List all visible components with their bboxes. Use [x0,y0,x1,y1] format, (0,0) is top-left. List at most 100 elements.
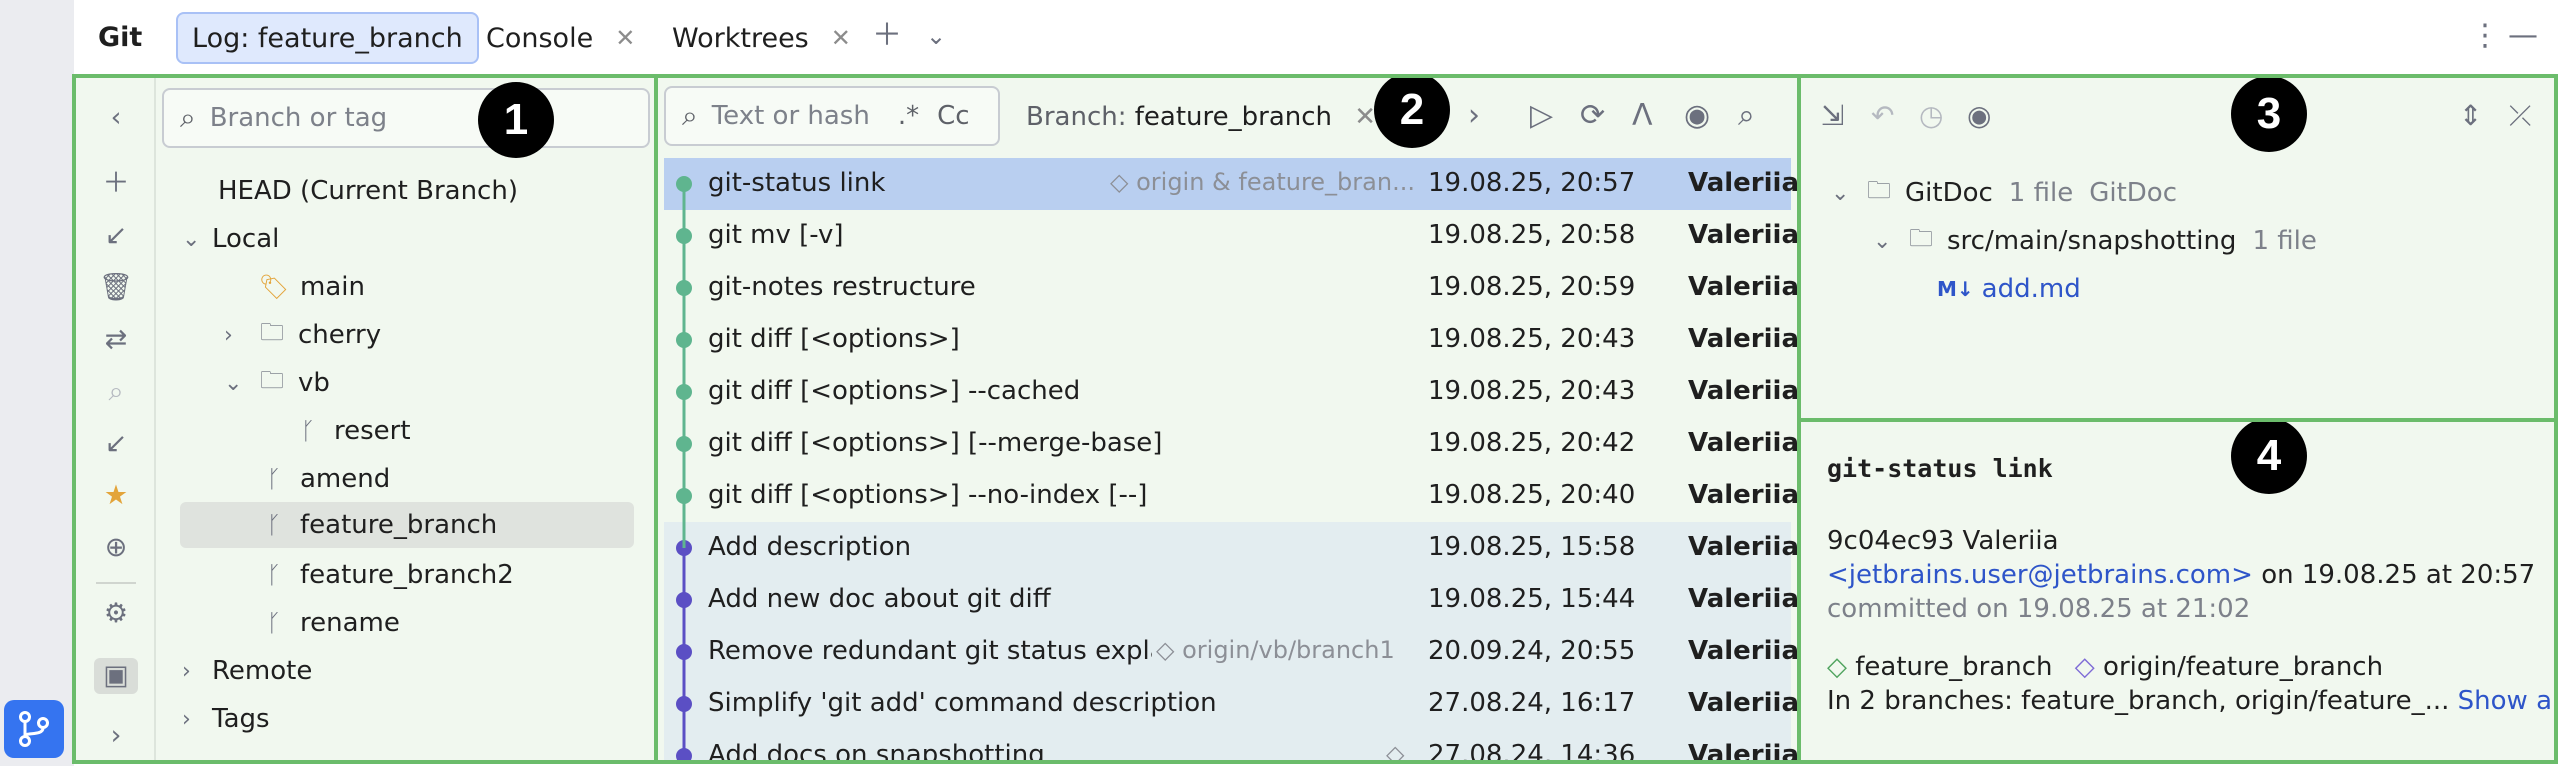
in-branches-text: In 2 branches: feature_branch, origin/fe… [1827,686,2450,716]
commit-row[interactable]: Simplify 'git add' command description 2… [664,678,1797,730]
branch-item-rename[interactable]: ᚴ rename [256,600,400,646]
delete-branch-icon[interactable]: 🗑 [76,270,156,306]
branch-ref-remote[interactable]: origin/feature_branch [2103,652,2383,682]
search-history-icon[interactable]: ⌕ [682,99,698,133]
refresh-icon[interactable]: ⟳ [1580,98,1605,134]
chevron-down-icon[interactable]: ⌄ [1831,181,1861,206]
commit-date: 19.08.25, 15:44 [1428,584,1636,614]
view-options-eye-icon[interactable]: ◉ [1684,98,1710,134]
branch-search-input[interactable]: ⌕ Branch or tag [162,88,650,148]
close-icon[interactable]: ✕ [831,24,851,52]
branch-group-remote[interactable]: › Remote [182,648,312,694]
cherry-pick-icon[interactable]: ᐱ [1632,98,1653,134]
commit-row[interactable]: Add description 19.08.25, 15:58 Valeriia [664,522,1797,574]
commit-message: Simplify 'git add' command description [708,688,1217,718]
commit-row[interactable]: git-notes restructure 19.08.25, 20:59 Va… [664,262,1797,314]
commit-message: git-notes restructure [708,272,976,302]
branch-item-main[interactable]: 🏷 main [256,264,365,310]
branches-pane: ‹ ＋ ↙ 🗑 ⇄ ⌕ ↙ ★ ⊕ ⚙ ▣ › ⌕ Branch or tag … [72,74,658,764]
commit-row[interactable]: git-status link ◇ origin & feature_bran.… [664,158,1797,210]
log-search-input[interactable]: ⌕ Text or hash .* Cc [664,86,1000,146]
expand-all-icon[interactable]: ⇕ [2459,98,2482,134]
commit-message: Add description [708,532,912,562]
branch-item-label: feature_branch2 [300,560,514,590]
chevron-down-icon[interactable]: ⌄ [1873,229,1903,254]
group-by-directory-icon[interactable]: ▣ [94,658,138,694]
new-branch-icon[interactable]: ＋ [76,166,156,202]
revert-icon[interactable]: ↶ [1871,98,1894,134]
favorite-star-icon[interactable]: ★ [76,478,156,514]
branch-filter-dropdown[interactable]: Branch: feature_branch ✕ [1026,102,1376,132]
tag-icon: ◇ [1110,168,1137,196]
chevron-right-icon[interactable]: › [224,323,254,348]
branch-ref-local[interactable]: feature_branch [1855,652,2052,682]
commit-author: Valeriia [1688,376,1799,406]
branch-head-label: HEAD (Current Branch) [218,176,518,206]
tab-console[interactable]: Console ✕ [486,12,635,64]
branch-item-amend[interactable]: ᚴ amend [256,456,390,502]
branch-item-feature-branch[interactable]: ᚴ feature_branch [180,502,634,548]
branch-icon: ᚴ [266,561,282,589]
commit-refs: ◇ origin/vb/branch1 [1156,636,1395,664]
commit-row[interactable]: git mv [-v] 19.08.25, 20:58 Valeriia [664,210,1797,262]
branch-item-resert[interactable]: ᚴ resert [290,408,411,454]
tab-log[interactable]: Log: feature_branch [176,12,479,64]
branch-head[interactable]: HEAD (Current Branch) [218,168,518,214]
compare-icon[interactable]: ⇲ [1821,98,1844,134]
search-icon[interactable]: ⌕ [1738,98,1755,134]
branch-folder-vb[interactable]: ⌄ 🗀 vb [224,360,330,406]
run-icon[interactable]: ▷ [1530,98,1553,134]
collapse-left-icon[interactable]: ‹ [76,100,156,136]
commit-author: Valeriia [1688,168,1799,198]
add-tab-icon[interactable]: ＋ [872,18,902,54]
settings-gear-icon[interactable]: ⚙ [76,596,156,632]
commit-row[interactable]: git diff [<options>] [--merge-base] 19.0… [664,418,1797,470]
commit-row[interactable]: Add docs on snapshotting ◇ 27.08.24, 14:… [664,730,1797,760]
more-options-icon[interactable]: ⋮ [2470,18,2500,54]
branch-group-local[interactable]: ⌄ Local [182,216,279,262]
branch-folder-cherry[interactable]: › 🗀 cherry [224,312,381,358]
match-case-toggle[interactable]: Cc [937,101,969,131]
chevron-down-icon[interactable]: ⌄ [182,227,212,252]
module-folder-icon: 🗀 [1867,175,1891,204]
show-all-link[interactable]: Show all [2458,686,2554,716]
chevron-down-icon[interactable]: ⌄ [224,371,254,396]
chevron-right-icon[interactable]: › [182,659,212,684]
git-tool-window-button[interactable] [4,700,64,758]
author-email-link[interactable]: <jetbrains.user@jetbrains.com> [1827,560,2253,590]
minimize-icon[interactable]: — [2508,18,2538,54]
chevron-right-icon[interactable]: › [1468,98,1480,134]
update-selected-icon[interactable]: ↙ [76,218,156,254]
regex-toggle[interactable]: .* [898,101,919,131]
branch-item-feature-branch2[interactable]: ᚴ feature_branch2 [256,552,514,598]
commit-message: git mv [-v] [708,220,844,250]
branch-item-label: rename [300,608,400,638]
close-icon[interactable]: ✕ [1354,102,1376,132]
compare-branches-icon[interactable]: ⇄ [76,322,156,358]
changed-file-add-md[interactable]: M↓ add.md [1937,266,2081,312]
fetch-icon[interactable]: ↙ [76,426,156,462]
tag-icon: 🏷 [258,273,290,301]
tab-worktrees-label: Worktrees [672,22,809,54]
commit-row[interactable]: git diff [<options>] --no-index [--] 19.… [664,470,1797,522]
collapse-all-icon[interactable]: ⤫ [2509,98,2531,134]
search-icon[interactable]: ⌕ [76,374,156,410]
close-icon[interactable]: ✕ [615,24,635,52]
commit-row[interactable]: git diff [<options>] --cached 19.08.25, … [664,366,1797,418]
branch-group-local-label: Local [212,224,280,254]
chevron-down-icon[interactable]: ⌄ [926,18,946,54]
commit-hash-author: 9c04ec93 Valeriia [1827,526,2059,556]
chevron-right-icon[interactable]: › [182,707,212,732]
changes-folder-node[interactable]: ⌄ 🗀 src/main/snapshotting 1 file [1873,218,2317,264]
log-search-placeholder: Text or hash [711,101,870,131]
changes-root-node[interactable]: ⌄ 🗀 GitDoc 1 file GitDoc [1831,170,2177,216]
view-options-eye-icon[interactable]: ◉ [1967,98,1991,134]
commit-row[interactable]: Add new doc about git diff 19.08.25, 15:… [664,574,1797,626]
expand-right-icon[interactable]: › [76,718,156,754]
commit-row[interactable]: Remove redundant git status explan ◇ ori… [664,626,1797,678]
commit-row[interactable]: git diff [<options>] 19.08.25, 20:43 Val… [664,314,1797,366]
branch-group-tags[interactable]: › Tags [182,696,270,742]
tab-worktrees[interactable]: Worktrees ✕ [672,12,851,64]
history-clock-icon[interactable]: ◷ [1919,98,1943,134]
navigate-target-icon[interactable]: ⊕ [76,530,156,566]
